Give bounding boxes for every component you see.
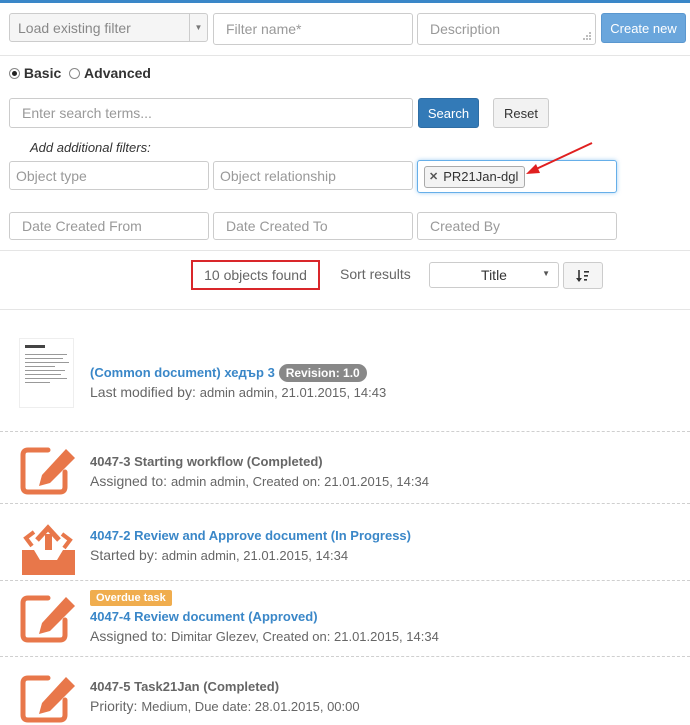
- remove-tag-icon[interactable]: ✕: [429, 170, 438, 183]
- search-input[interactable]: Enter search terms...: [9, 98, 413, 128]
- sort-descending-icon: [576, 269, 589, 282]
- search-button-label: Search: [427, 105, 470, 121]
- search-placeholder: Enter search terms...: [22, 105, 152, 121]
- description-placeholder: Description: [430, 21, 501, 37]
- divider: [0, 55, 690, 56]
- sort-direction-button[interactable]: [563, 262, 603, 289]
- edit-task-icon[interactable]: [20, 446, 78, 496]
- workflow-inbox-icon[interactable]: [20, 520, 77, 575]
- filter-name-field[interactable]: Filter name*: [213, 13, 413, 45]
- result-meta-value: Dimitar Glezev, Created on: 21.01.2015, …: [170, 629, 439, 644]
- created-by-field[interactable]: Created By: [417, 212, 617, 240]
- basic-radio[interactable]: [9, 68, 20, 79]
- divider: [0, 656, 690, 657]
- result-meta-prefix: Assigned to:: [90, 473, 168, 489]
- load-filter-placeholder: Load existing filter: [18, 19, 131, 36]
- annotation-arrow-icon: [526, 142, 593, 174]
- tag-chip: ✕ PR21Jan-dgl: [424, 165, 526, 188]
- result-meta-prefix: Priority:: [90, 698, 138, 714]
- divider: [0, 250, 690, 251]
- result-title[interactable]: 4047-3 Starting workflow (Completed): [90, 454, 323, 469]
- result-title-link[interactable]: 4047-2 Review and Approve document (In P…: [90, 528, 411, 543]
- load-filter-select[interactable]: Load existing filter ▼: [9, 13, 208, 42]
- date-to-placeholder: Date Created To: [226, 218, 328, 234]
- resize-handle-icon[interactable]: [582, 31, 592, 41]
- revision-badge: Revision: 1.0: [278, 364, 367, 382]
- result-meta-prefix: Assigned to:: [90, 628, 168, 644]
- created-by-placeholder: Created By: [430, 218, 501, 234]
- result-meta-value: admin admin, 21.01.2015, 14:43: [199, 385, 387, 400]
- document-thumbnail-icon[interactable]: [19, 338, 74, 408]
- create-new-label: Create new: [610, 20, 677, 36]
- top-accent-line: [0, 0, 690, 3]
- reset-button[interactable]: Reset: [493, 98, 549, 128]
- filter-name-placeholder: Filter name*: [226, 21, 302, 37]
- object-relationship-placeholder: Object relationship: [220, 167, 336, 184]
- edit-task-icon[interactable]: [20, 594, 78, 644]
- date-created-to-field[interactable]: Date Created To: [213, 212, 413, 240]
- description-field[interactable]: Description: [417, 13, 596, 45]
- basic-label[interactable]: Basic: [24, 65, 61, 81]
- advanced-radio[interactable]: [69, 68, 81, 79]
- result-title[interactable]: 4047-5 Task21Jan (Completed): [90, 679, 279, 694]
- date-created-from-field[interactable]: Date Created From: [9, 212, 209, 240]
- result-meta-value: admin admin, 21.01.2015, 14:34: [161, 548, 349, 563]
- advanced-label[interactable]: Advanced: [84, 65, 151, 81]
- result-meta-prefix: Started by:: [90, 547, 158, 563]
- result-title-link[interactable]: (Common document) хедър 3: [90, 365, 275, 380]
- list-item: 4047-2 Review and Approve document (In P…: [0, 510, 690, 575]
- reset-button-label: Reset: [504, 105, 538, 121]
- edit-task-icon[interactable]: [20, 674, 78, 724]
- divider: [0, 309, 690, 310]
- create-new-button[interactable]: Create new: [601, 13, 686, 43]
- object-type-field[interactable]: Object type: [9, 161, 209, 190]
- sort-value: Title: [481, 267, 507, 283]
- date-from-placeholder: Date Created From: [22, 218, 142, 234]
- additional-filters-heading: Add additional filters:: [30, 140, 151, 155]
- list-item: 4047-3 Starting workflow (Completed) Ass…: [0, 440, 690, 500]
- divider: [0, 431, 690, 432]
- result-meta-value: Medium, Due date: 28.01.2015, 00:00: [141, 699, 360, 714]
- object-relationship-field[interactable]: Object relationship: [213, 161, 413, 190]
- result-meta-prefix: Last modified by:: [90, 384, 196, 400]
- results-count: 10 objects found: [191, 260, 320, 290]
- overdue-badge: Overdue task: [90, 590, 172, 606]
- search-button[interactable]: Search: [418, 98, 479, 128]
- list-item: Overdue task 4047-4 Review document (App…: [0, 586, 690, 651]
- list-item: 4047-5 Task21Jan (Completed) Priority: M…: [0, 664, 690, 725]
- divider: [0, 580, 690, 581]
- results-count-text: 10 objects found: [204, 267, 307, 283]
- sort-select[interactable]: Title ▼: [429, 262, 559, 288]
- search-mode-toggle: Basic Advanced: [9, 65, 151, 81]
- object-type-placeholder: Object type: [16, 167, 87, 184]
- sort-label: Sort results: [340, 266, 411, 282]
- list-item: (Common document) хедър 3 Revision: 1.0 …: [0, 330, 690, 425]
- chevron-down-icon: ▼: [542, 269, 550, 278]
- result-meta-value: admin admin, Created on: 21.01.2015, 14:…: [170, 474, 429, 489]
- result-title-link[interactable]: 4047-4 Review document (Approved): [90, 609, 318, 624]
- chevron-down-icon[interactable]: ▼: [189, 14, 207, 41]
- tag-label: PR21Jan-dgl: [443, 169, 519, 184]
- divider: [0, 503, 690, 504]
